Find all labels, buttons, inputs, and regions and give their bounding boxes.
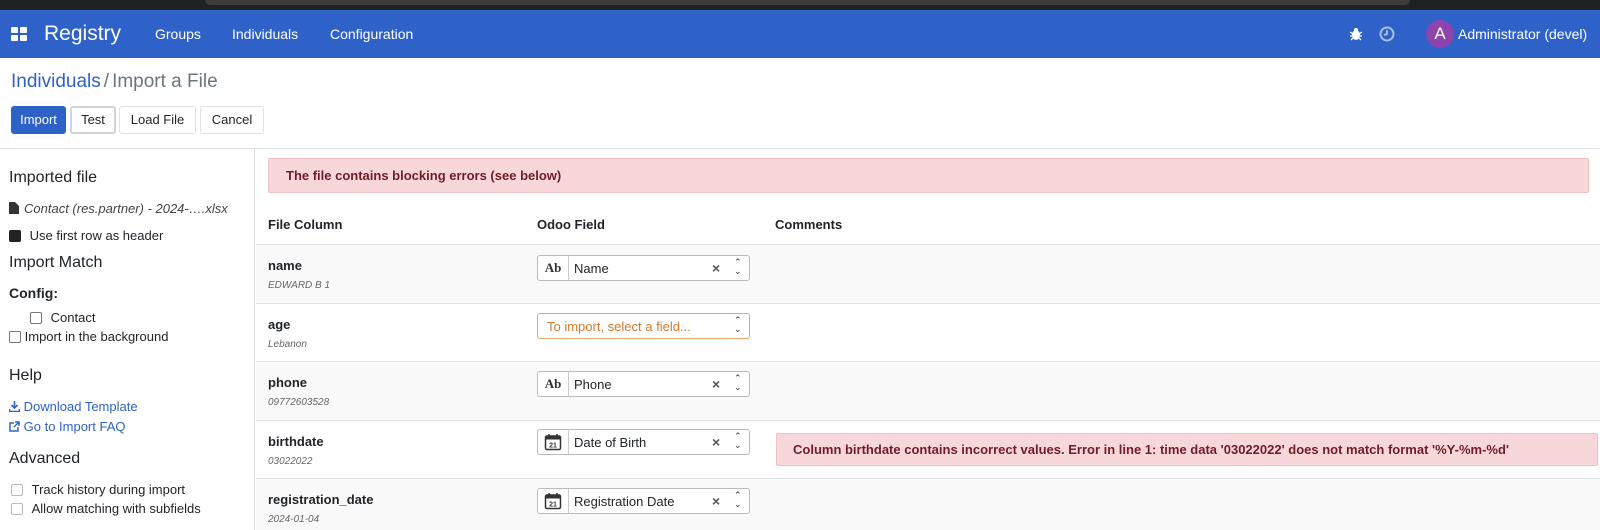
column-sample: 09772603528 [268, 397, 330, 408]
menu-groups[interactable]: Groups [155, 26, 201, 42]
user-name[interactable]: Administrator (devel) [1458, 26, 1587, 42]
clear-icon[interactable]: × [712, 493, 720, 509]
chevron-updown-icon: ⌃ ⌄ [734, 431, 742, 450]
track-history-row: Track history during import [11, 482, 185, 497]
breadcrumb-separator: / [103, 71, 110, 92]
import-faq-label[interactable]: Go to Import FAQ [24, 419, 126, 434]
test-button[interactable]: Test [70, 106, 116, 134]
chevron-updown-icon: ⌃ ⌄ [734, 257, 742, 276]
field-value: Registration Date [574, 494, 675, 509]
first-row-header-row: Use first row as header [9, 228, 163, 243]
clock-icon[interactable] [1379, 26, 1395, 42]
background-option-row: Import in the background [9, 329, 168, 344]
breadcrumb: Individuals / Import a File [11, 71, 218, 93]
table-row: birthdate 03022022 21 Date of Birth × ⌃ ⌄… [256, 420, 1600, 478]
import-faq-link[interactable]: Go to Import FAQ [9, 419, 126, 434]
column-sample: 2024-01-04 [268, 514, 320, 525]
download-template-link[interactable]: Download Template [8, 399, 138, 414]
allow-subfields-row: Allow matching with subfields [11, 501, 201, 516]
contact-label: Contact [50, 310, 96, 325]
field-select-name[interactable]: Ab Name × ⌃ ⌄ [537, 255, 750, 281]
clear-icon[interactable]: × [712, 434, 720, 450]
column-sample: Lebanon [268, 339, 307, 350]
svg-text:21: 21 [549, 502, 557, 509]
table-row: age Lebanon To import, select a field...… [256, 303, 1600, 361]
apps-grid-icon[interactable] [11, 27, 27, 41]
menu-configuration[interactable]: Configuration [330, 26, 413, 42]
bug-icon[interactable] [1349, 27, 1363, 41]
field-value: Phone [574, 377, 612, 392]
cancel-button[interactable]: Cancel [200, 106, 264, 134]
first-row-header-checkbox[interactable] [9, 230, 21, 242]
top-navbar: Registry Groups Individuals Configuratio… [0, 10, 1600, 58]
browser-tab-bar [205, 0, 1410, 5]
load-file-button[interactable]: Load File [119, 106, 196, 134]
track-history-checkbox[interactable] [11, 484, 23, 496]
chevron-updown-icon: ⌃ ⌄ [734, 373, 742, 392]
allow-subfields-label: Allow matching with subfields [31, 501, 201, 516]
odoo-field-header: Odoo Field [537, 217, 605, 232]
field-value: Date of Birth [574, 435, 647, 450]
field-select-registration-date[interactable]: 21 Registration Date × ⌃ ⌄ [537, 488, 750, 514]
column-name: birthdate [268, 434, 324, 449]
track-history-label: Track history during import [31, 482, 186, 497]
column-sample: EDWARD B 1 [268, 280, 331, 291]
field-value: Name [574, 261, 609, 276]
help-heading: Help [9, 367, 42, 384]
field-placeholder: To import, select a field... [547, 319, 691, 334]
allow-subfields-checkbox[interactable] [11, 503, 23, 515]
field-select-birthdate[interactable]: 21 Date of Birth × ⌃ ⌄ [537, 429, 750, 455]
external-link-icon [9, 421, 20, 432]
import-button[interactable]: Import [11, 106, 66, 134]
download-template-label[interactable]: Download Template [24, 399, 138, 414]
text-type-icon: Ab [538, 372, 569, 396]
config-label: Config: [9, 285, 58, 301]
column-name: phone [268, 375, 307, 390]
file-column-header: File Column [268, 217, 343, 232]
import-background-checkbox[interactable] [9, 331, 21, 343]
user-avatar[interactable]: A [1426, 20, 1454, 48]
file-icon [9, 202, 19, 214]
svg-text:21: 21 [549, 443, 557, 450]
calendar-icon: 21 [538, 430, 569, 454]
app-brand[interactable]: Registry [44, 22, 121, 46]
contact-checkbox[interactable] [30, 312, 42, 324]
import-options-sidebar: Imported file Contact (res.partner) - 20… [0, 149, 255, 530]
birthdate-error-comment: Column birthdate contains incorrect valu… [776, 433, 1598, 466]
column-name: age [268, 317, 291, 332]
breadcrumb-individuals[interactable]: Individuals [11, 71, 101, 92]
imported-file-row: Contact (res.partner) - 2024-….xlsx [9, 201, 228, 216]
field-select-age[interactable]: To import, select a field... ⌃ ⌄ [537, 313, 750, 339]
calendar-icon: 21 [538, 489, 569, 513]
field-select-phone[interactable]: Ab Phone × ⌃ ⌄ [537, 371, 750, 397]
advanced-heading: Advanced [9, 450, 81, 467]
first-row-header-label: Use first row as header [29, 228, 164, 243]
table-row: name EDWARD B 1 Ab Name × ⌃ ⌄ [256, 244, 1600, 303]
breadcrumb-current: Import a File [112, 71, 218, 92]
download-icon [8, 401, 21, 413]
column-name: registration_date [268, 492, 374, 507]
import-match-heading: Import Match [9, 254, 103, 271]
column-name: name [268, 258, 302, 273]
chevron-updown-icon: ⌃ ⌄ [734, 315, 742, 334]
menu-individuals[interactable]: Individuals [232, 26, 298, 42]
text-type-icon: Ab [538, 256, 569, 280]
clear-icon[interactable]: × [712, 376, 720, 392]
import-background-label: Import in the background [24, 329, 169, 344]
clear-icon[interactable]: × [712, 260, 720, 276]
table-row: registration_date 2024-01-04 21 Registra… [256, 478, 1600, 530]
table-row: phone 09772603528 Ab Phone × ⌃ ⌄ [256, 361, 1600, 420]
contact-option-row: Contact [30, 310, 95, 325]
browser-top-strip [0, 0, 1600, 10]
comments-header: Comments [775, 217, 843, 232]
column-sample: 03022022 [268, 456, 313, 467]
imported-file-heading: Imported file [9, 169, 98, 186]
chevron-updown-icon: ⌃ ⌄ [734, 490, 742, 509]
imported-file-name: Contact (res.partner) - 2024-….xlsx [24, 201, 228, 216]
blocking-errors-alert: The file contains blocking errors (see b… [268, 158, 1589, 193]
